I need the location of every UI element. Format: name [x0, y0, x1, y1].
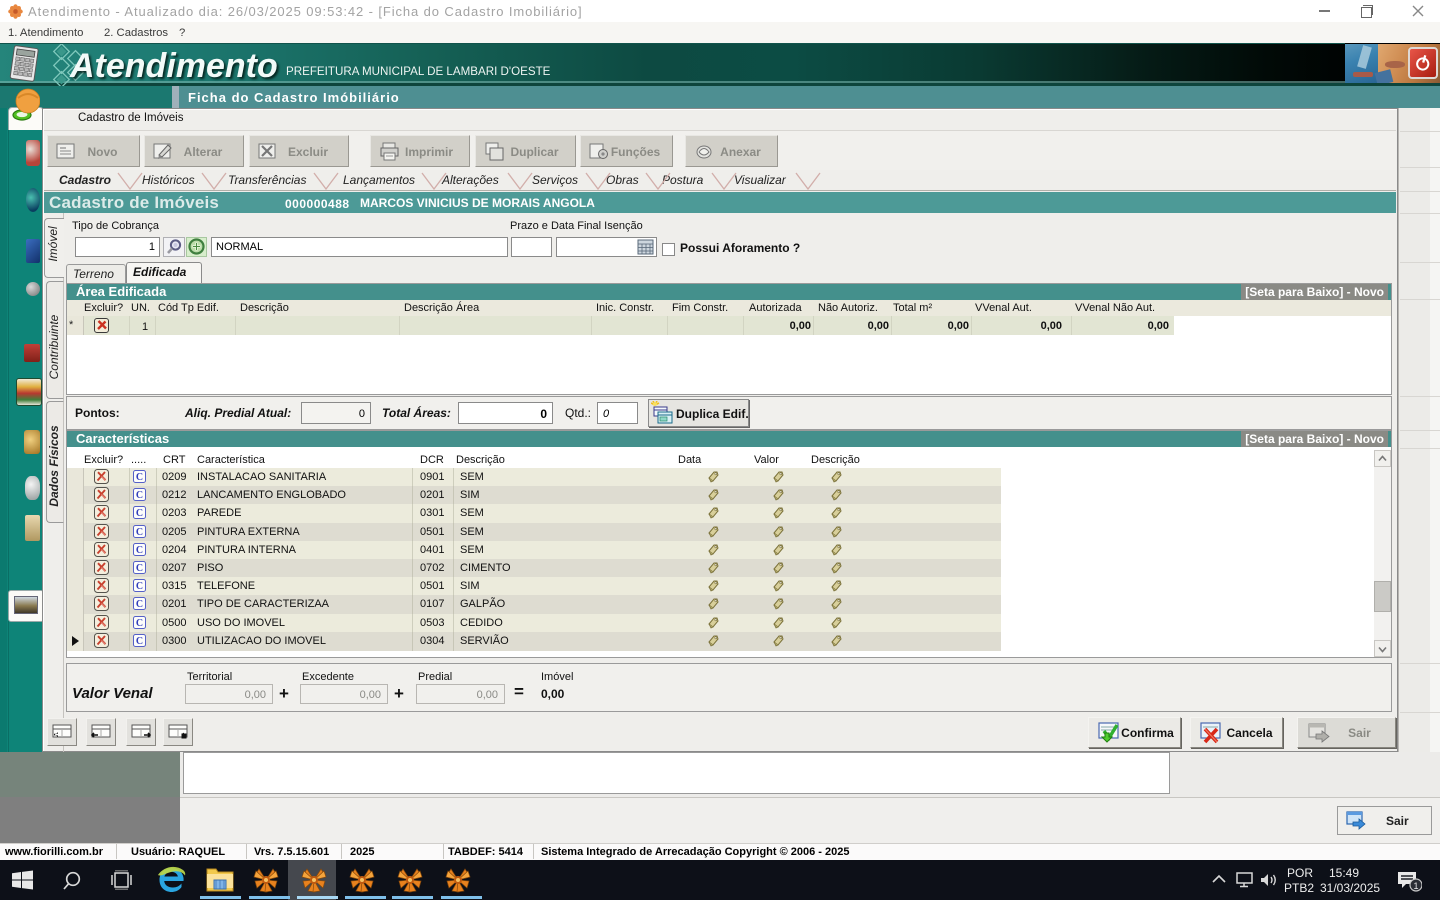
svg-text:1: 1 [1413, 881, 1418, 891]
